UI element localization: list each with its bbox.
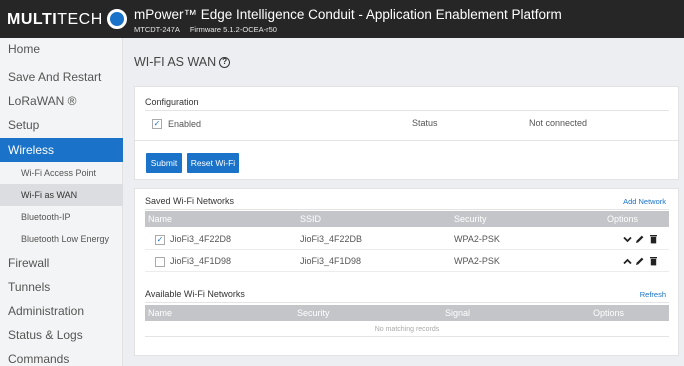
network-security: WPA2-PSK (454, 234, 500, 244)
logo-text: MULTITECH (7, 11, 103, 29)
available-networks-header: Name Security Signal Options (145, 305, 669, 321)
logo-ring-icon (107, 9, 127, 29)
multitech-logo[interactable]: MULTITECH (7, 9, 127, 31)
edit-pencil-icon[interactable] (635, 256, 645, 266)
reset-wifi-button[interactable]: Reset Wi-Fi (187, 153, 239, 173)
device-model: MTCDT-247A (134, 25, 180, 34)
column-header-name[interactable]: Name (148, 211, 172, 227)
network-name: JioFi3_4F22D8 (170, 234, 232, 244)
network-ssid: JioFi3_4F1D98 (300, 256, 362, 266)
top-bar: MULTITECH mPower™ Edge Intelligence Cond… (0, 0, 684, 38)
device-info: MTCDT-247A Firmware 5.1.2-OCEA-r50 (134, 25, 277, 34)
divider (145, 110, 669, 111)
page-title: WI-FI AS WAN ? (134, 55, 231, 69)
sidebar-subitem-wifi-access-point[interactable]: Wi-Fi Access Point (0, 162, 123, 184)
column-header-security[interactable]: Security (297, 305, 330, 321)
network-security: WPA2-PSK (454, 256, 500, 266)
network-select-checkbox[interactable]: ✓ (155, 235, 165, 245)
sidebar-item-save-and-restart[interactable]: Save And Restart (0, 66, 123, 88)
delete-trash-icon[interactable] (648, 256, 658, 266)
status-label: Status (412, 118, 438, 128)
sidebar-item-administration[interactable]: Administration (0, 300, 123, 322)
networks-card: Saved Wi-Fi Networks Add Network Name SS… (134, 188, 679, 356)
sidebar-subitem-wifi-as-wan[interactable]: Wi-Fi as WAN (0, 184, 123, 206)
app-title: mPower™ Edge Intelligence Conduit - Appl… (134, 7, 562, 22)
sidebar-subitem-bluetooth-ip[interactable]: Bluetooth-IP (0, 206, 123, 228)
sidebar-item-commands[interactable]: Commands (0, 348, 123, 366)
delete-trash-icon[interactable] (648, 234, 658, 244)
sidebar-item-tunnels[interactable]: Tunnels (0, 276, 123, 298)
column-header-ssid[interactable]: SSID (300, 211, 321, 227)
network-name: JioFi3_4F1D98 (170, 256, 232, 266)
network-select-checkbox[interactable] (155, 257, 165, 267)
available-networks-label: Available Wi-Fi Networks (145, 289, 245, 299)
enabled-checkbox[interactable]: ✓ (152, 119, 162, 129)
divider (145, 302, 669, 303)
table-row[interactable]: JioFi3_4F1D98 JioFi3_4F1D98 WPA2-PSK (145, 251, 669, 272)
status-value: Not connected (529, 118, 588, 128)
logo-bold-text: MULTI (7, 11, 58, 28)
saved-networks-header: Name SSID Security Options (145, 211, 669, 227)
configuration-label: Configuration (145, 97, 199, 107)
submit-button[interactable]: Submit (146, 153, 182, 173)
refresh-link[interactable]: Refresh (640, 290, 666, 299)
sidebar-item-home[interactable]: Home (0, 38, 123, 60)
chevron-down-icon[interactable] (622, 234, 632, 244)
column-header-options: Options (593, 308, 625, 318)
enabled-label: Enabled (168, 119, 202, 129)
sidebar-item-status-logs[interactable]: Status & Logs (0, 324, 123, 346)
saved-networks-label: Saved Wi-Fi Networks (145, 196, 235, 206)
sidebar: Home Save And Restart LoRaWAN ® Setup Wi… (0, 38, 123, 366)
divider (135, 140, 680, 141)
column-header-options: Options (607, 214, 639, 224)
column-header-name[interactable]: Name (148, 305, 172, 321)
page-title-text: WI-FI AS WAN (134, 55, 217, 69)
chevron-up-icon[interactable] (622, 256, 632, 266)
network-ssid: JioFi3_4F22DB (300, 234, 363, 244)
sidebar-item-wireless[interactable]: Wireless (0, 138, 123, 162)
add-network-link[interactable]: Add Network (623, 197, 666, 206)
configuration-card: Configuration ✓ Enabled Status Not conne… (134, 86, 680, 180)
help-icon[interactable]: ? (219, 56, 231, 68)
sidebar-item-lorawan[interactable]: LoRaWAN ® (0, 90, 123, 112)
table-row[interactable]: ✓ JioFi3_4F22D8 JioFi3_4F22DB WPA2-PSK (145, 229, 669, 250)
divider (145, 209, 669, 210)
firmware-version: Firmware 5.1.2-OCEA-r50 (189, 25, 277, 34)
logo-light-text: TECH (57, 11, 103, 28)
edit-pencil-icon[interactable] (635, 234, 645, 244)
column-header-security[interactable]: Security (454, 211, 487, 227)
sidebar-item-firewall[interactable]: Firewall (0, 252, 123, 274)
sidebar-item-setup[interactable]: Setup (0, 114, 123, 136)
column-header-signal[interactable]: Signal (445, 305, 470, 321)
sidebar-subitem-bluetooth-low-energy[interactable]: Bluetooth Low Energy (0, 228, 123, 250)
no-records-message: No matching records (145, 322, 669, 337)
